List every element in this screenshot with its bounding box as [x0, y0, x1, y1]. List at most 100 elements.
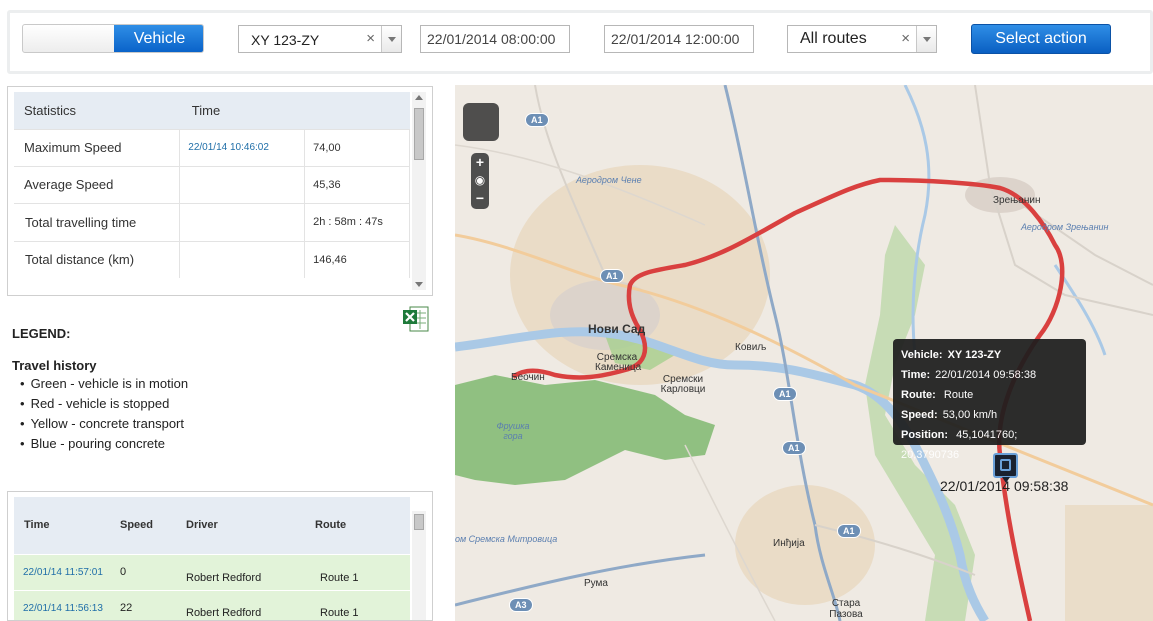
tooltip-route: Route	[943, 389, 974, 401]
statistics-table: Statistics Time Maximum Speed 22/01/14 1…	[14, 92, 410, 278]
date-to-input[interactable]: 22/01/2014 12:00:00	[604, 25, 754, 53]
tooltip-time: 22/01/2014 09:58:38	[935, 369, 1037, 381]
legend-item: Yellow - concrete transport	[20, 414, 188, 434]
legend-list: Green - vehicle is in motion Red - vehic…	[20, 374, 189, 454]
map-label: Аеродром Зрењанин	[1021, 222, 1109, 232]
map-zoom-control[interactable]: + ◉ −	[471, 153, 489, 209]
marker-time-label: 22/01/2014 09:58:38	[940, 478, 1069, 494]
history-driver: Robert Redford	[178, 553, 305, 590]
zoom-in-icon[interactable]: +	[471, 153, 489, 171]
tooltip-vehicle: XY 123-ZY	[947, 349, 1002, 361]
road-shield: A1	[600, 269, 624, 283]
history-header-route: Route	[305, 497, 410, 554]
stats-scrollbar[interactable]	[412, 92, 426, 290]
mode-option-vehicle[interactable]: Vehicle	[114, 25, 203, 52]
stat-time	[179, 240, 306, 278]
excel-export-icon[interactable]	[402, 305, 430, 333]
map-label: ом Сремска Митровица	[455, 534, 558, 544]
map-label: Инђија	[773, 538, 805, 549]
stat-label: Average Speed	[14, 165, 181, 203]
map-label: Нови Сад	[588, 322, 646, 336]
history-time-link[interactable]: 22/01/14 11:57:01	[14, 553, 112, 590]
history-time-link[interactable]: 22/01/14 11:56:13	[14, 589, 112, 620]
scroll-up-icon[interactable]	[415, 95, 423, 100]
road-shield: A1	[773, 387, 797, 401]
chevron-down-icon[interactable]	[916, 26, 936, 52]
map-label: Стара Пазова	[829, 598, 863, 620]
travel-history-panel: Time Speed Driver Route 22/01/14 11:57:0…	[7, 491, 433, 621]
map-label: Аеродром Чене	[576, 175, 642, 185]
history-speed: 0	[112, 553, 178, 590]
stats-header-time: Time	[179, 92, 305, 129]
road-shield: A1	[525, 113, 549, 127]
stat-label: Maximum Speed	[14, 128, 181, 166]
history-speed: 22	[112, 589, 178, 620]
tooltip-key: Vehicle:	[901, 349, 943, 361]
tooltip-key: Route:	[901, 389, 936, 401]
map-view[interactable]: + ◉ − A1 A1 A1 A1 A1 A3 Нови Сад Зрењани…	[455, 85, 1153, 621]
routes-clear-icon[interactable]: ×	[901, 30, 910, 47]
map-label: Зрењанин	[993, 195, 1041, 206]
map-label: Сремски Карловци	[660, 374, 706, 395]
stat-time	[179, 202, 306, 241]
map-label: Сремска Каменица	[595, 352, 642, 373]
scroll-thumb[interactable]	[414, 514, 424, 530]
statistics-panel: Statistics Time Maximum Speed 22/01/14 1…	[7, 86, 433, 296]
road-shield: A1	[837, 524, 861, 538]
table-row: Maximum Speed 22/01/14 10:46:02 74,00	[14, 128, 410, 166]
history-header-speed: Speed	[112, 497, 178, 554]
history-header-time: Time	[14, 497, 112, 554]
vehicle-marker-icon[interactable]	[993, 453, 1018, 483]
stats-header-value	[304, 92, 410, 129]
scroll-thumb[interactable]	[414, 108, 424, 160]
stat-value: 74,00	[304, 128, 410, 166]
select-action-button[interactable]: Select action	[971, 24, 1111, 54]
stat-time-link[interactable]: 22/01/14 10:46:02	[179, 128, 306, 166]
legend-item: Red - vehicle is stopped	[20, 394, 188, 414]
tooltip-key: Time:	[901, 369, 931, 381]
history-header-driver: Driver	[178, 497, 305, 554]
vehicle-select[interactable]: XY 123-ZY ×	[238, 25, 402, 53]
stat-value: 45,36	[304, 165, 410, 203]
history-route: Route 1	[305, 553, 410, 590]
stat-label: Total travelling time	[14, 202, 181, 241]
bus-icon	[1000, 459, 1011, 471]
zoom-out-icon[interactable]: −	[471, 189, 489, 207]
stats-header-statistics: Statistics	[14, 92, 180, 129]
table-row: Total travelling time 2h : 58m : 47s	[14, 202, 410, 241]
road-shield: A1	[782, 441, 806, 455]
date-from-input[interactable]: 22/01/2014 08:00:00	[420, 25, 570, 53]
vehicle-clear-icon[interactable]: ×	[366, 30, 375, 47]
tooltip-key: Position:	[901, 429, 949, 441]
legend-item: Blue - pouring concrete	[20, 434, 188, 454]
table-row[interactable]: 22/01/14 11:57:01 0 Robert Redford Route…	[14, 553, 410, 590]
routes-select[interactable]: All routes ×	[787, 25, 937, 53]
history-scrollbar[interactable]	[412, 511, 426, 620]
globe-icon[interactable]: ◉	[471, 171, 489, 189]
map-label: Рума	[584, 578, 608, 589]
vehicle-info-tooltip: Vehicle: XY 123-ZY Time: 22/01/2014 09:58:…	[893, 339, 1086, 461]
tooltip-speed: 53,00 km/h	[942, 409, 998, 421]
map-label: Ковиљ	[735, 342, 767, 353]
mode-switch[interactable]: Vehicle	[22, 24, 204, 53]
top-toolbar: Vehicle XY 123-ZY × 22/01/2014 08:00:00 …	[7, 10, 1153, 74]
stat-value: 2h : 58m : 47s	[304, 202, 410, 241]
map-label: Беочин	[511, 372, 545, 383]
chevron-down-icon[interactable]	[381, 26, 401, 52]
history-driver: Robert Redford	[178, 589, 305, 620]
stat-label: Total distance (km)	[14, 240, 181, 278]
stat-time	[179, 165, 306, 203]
scroll-down-icon[interactable]	[415, 282, 423, 287]
history-route: Route 1	[305, 589, 410, 620]
legend-item: Green - vehicle is in motion	[20, 374, 189, 394]
map-label: Фрушка гора	[496, 421, 530, 441]
mode-option-blank[interactable]	[23, 25, 114, 52]
legend-subtitle: Travel history	[12, 358, 97, 373]
stat-value: 146,46	[304, 240, 410, 278]
travel-history-table: Time Speed Driver Route 22/01/14 11:57:0…	[14, 497, 410, 620]
legend-title: LEGEND:	[12, 326, 71, 341]
table-row[interactable]: 22/01/14 11:56:13 22 Robert Redford Rout…	[14, 589, 410, 620]
table-row: Average Speed 45,36	[14, 165, 410, 203]
map-pan-control[interactable]	[463, 103, 499, 141]
vehicle-select-value: XY 123-ZY	[251, 32, 320, 48]
